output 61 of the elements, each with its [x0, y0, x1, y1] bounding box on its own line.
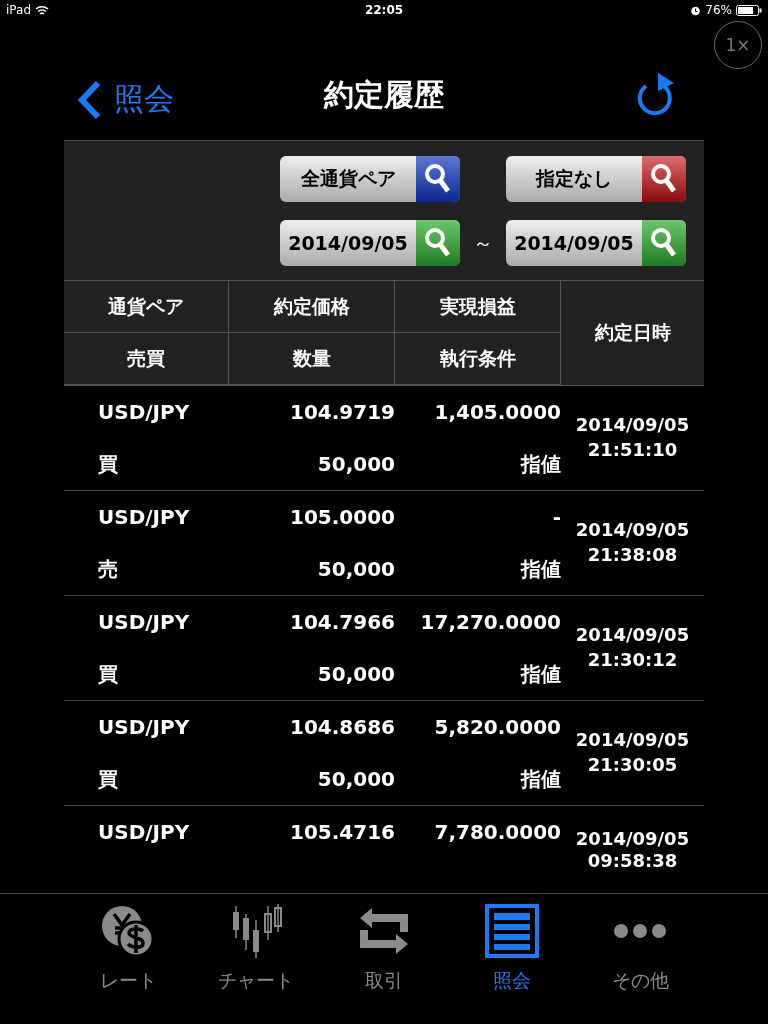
table-cell-text: 105.0000: [289, 504, 395, 531]
column-header: 約定価格: [229, 281, 395, 333]
table-cell-text: 買: [97, 765, 119, 793]
table-cell-text: 104.9719: [289, 399, 395, 426]
column-header: 売買: [64, 333, 229, 385]
wifi-icon: [35, 4, 49, 16]
table-cell-text: 104.8686: [289, 714, 395, 741]
start-date-filter[interactable]: 2014/09/05: [280, 220, 460, 266]
table-cell-text: USD/JPY: [97, 714, 191, 741]
battery-icon: [736, 4, 762, 16]
back-button[interactable]: 照会: [78, 79, 174, 120]
table-cell-text: 2014/09/05 21:38:08: [574, 518, 691, 568]
alarm-icon: [690, 4, 702, 16]
tab-bar-item[interactable]: レート: [64, 904, 192, 994]
table-cell-text: 104.7966: [289, 609, 395, 636]
table-cell-text: 売: [97, 555, 119, 583]
table-cell-text: 指値: [519, 450, 561, 478]
table-cell-text: 指値: [519, 555, 561, 583]
tab-bar-item[interactable]: 照会: [448, 904, 576, 994]
list-icon: [484, 904, 540, 958]
table-cell-text: 2014/09/05 09:58:38: [574, 827, 691, 873]
tab-bar-item[interactable]: 取引: [320, 904, 448, 994]
column-header: 通貨ペア: [64, 281, 229, 333]
tab-bar-item[interactable]: チャート: [192, 904, 320, 994]
device-name: iPad: [6, 3, 31, 17]
table-cell-text: 指値: [519, 765, 561, 793]
table-cell-text: USD/JPY: [97, 399, 191, 426]
table-cell-text: 50,000: [316, 556, 395, 583]
table-cell-text: 2014/09/05 21:30:05: [574, 728, 691, 778]
table-cell-text: 5,820.0000: [433, 714, 561, 741]
column-header: 約定日時: [593, 320, 672, 345]
table-cell-text: 買: [97, 660, 119, 688]
table-cell-text: 7,780.0000: [433, 819, 561, 846]
table-cell-text: 50,000: [316, 451, 395, 478]
battery-percent: 76%: [705, 3, 732, 17]
range-separator: ～: [472, 229, 494, 257]
table-cell-text: -: [551, 504, 561, 531]
end-date-filter[interactable]: 2014/09/05: [506, 220, 686, 266]
table-cell-text: 買: [97, 450, 119, 478]
chevron-left-icon: [78, 79, 102, 120]
table-cell-text: 50,000: [316, 766, 395, 793]
column-header: 実現損益: [395, 281, 561, 333]
table-cell-text: 105.4716: [289, 819, 395, 846]
table-cell-text: 2014/09/05 21:30:12: [574, 623, 691, 673]
table-cell-text: USD/JPY: [97, 504, 191, 531]
condition-filter[interactable]: 指定なし: [506, 156, 686, 202]
table-cell-text: USD/JPY: [97, 819, 191, 846]
column-header: 数量: [229, 333, 395, 385]
page-title: 約定履歴: [324, 76, 444, 114]
table-cell-text: 1,405.0000: [433, 399, 561, 426]
refresh-icon: [636, 71, 676, 117]
status-time: 22:05: [364, 3, 404, 17]
table-cell-text: 17,270.0000: [419, 609, 561, 636]
more-icon: [612, 924, 668, 938]
table-cell-text: 指値: [519, 660, 561, 688]
table-cell-text: 50,000: [316, 661, 395, 688]
currency-pair-filter[interactable]: 全通貨ペア: [280, 156, 460, 202]
column-header: 執行条件: [395, 333, 561, 385]
table-cell-text: USD/JPY: [97, 609, 191, 636]
table-cell-text: 2014/09/05 21:51:10: [574, 413, 691, 463]
tab-bar-item[interactable]: その他: [576, 904, 704, 994]
